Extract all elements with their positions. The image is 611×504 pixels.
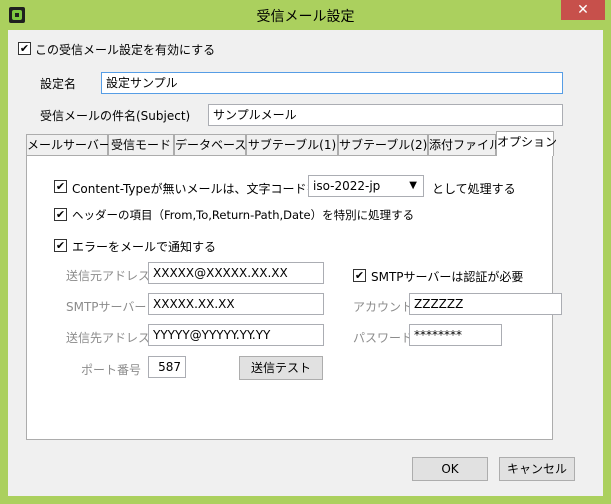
dialog-window: 受信メール設定 ✕ ✔ この受信メール設定を有効にする 設定名 設定サンプル 受… [0, 0, 611, 504]
charset-value: iso-2022-jp [313, 179, 381, 193]
dialog-client: ✔ この受信メール設定を有効にする 設定名 設定サンプル 受信メールの件名(Su… [8, 30, 603, 496]
subject-label: 受信メールの件名(Subject) [40, 109, 191, 123]
header-label: ヘッダーの項目（From,To,Return-Path,Date）を特別に処理す… [72, 208, 415, 222]
ok-button[interactable]: OK [412, 457, 488, 481]
notify-checkbox[interactable]: ✔ [54, 239, 67, 252]
setting-name-label: 設定名 [40, 77, 77, 91]
setting-name-input[interactable]: 設定サンプル [101, 72, 563, 94]
smtp-server-label: SMTPサーバー [66, 300, 147, 314]
tab-attachments[interactable]: 添付ファイル [428, 134, 501, 155]
charset-select[interactable]: iso-2022-jp ▼ [308, 175, 424, 197]
smtp-auth-checkbox[interactable]: ✔ [353, 269, 366, 282]
options-panel: ✔ Content-Typeが無いメールは、文字コードを iso-2022-jp… [26, 155, 562, 440]
password-input[interactable]: ******** [409, 324, 502, 346]
port-input[interactable]: 587 [148, 356, 186, 378]
enable-label: この受信メール設定を有効にする [35, 43, 216, 57]
tab-subtable-1[interactable]: サブテーブル(1) [246, 134, 338, 155]
enable-checkbox[interactable]: ✔ [18, 42, 31, 55]
content-type-checkbox[interactable]: ✔ [54, 180, 67, 193]
notify-label: エラーをメールで通知する [72, 240, 217, 254]
chevron-down-icon: ▼ [409, 180, 417, 191]
to-label: 送信先アドレス [66, 331, 151, 345]
password-label: パスワード [353, 331, 414, 345]
port-label: ポート番号 [81, 363, 142, 377]
tab-mail-server[interactable]: メールサーバー [26, 134, 111, 155]
close-button[interactable]: ✕ [561, 0, 605, 20]
tab-receive-mode[interactable]: 受信モード [108, 134, 174, 155]
content-type-label: Content-Typeが無いメールは、文字コードを [72, 182, 319, 196]
account-label: アカウント [353, 300, 414, 314]
from-label: 送信元アドレス [66, 269, 151, 283]
to-input[interactable]: YYYYY@YYYYY.YY.YY [148, 324, 324, 346]
test-send-button[interactable]: 送信テスト [239, 356, 323, 380]
from-input[interactable]: XXXXX@XXXXX.XX.XX [148, 262, 324, 284]
smtp-auth-label: SMTPサーバーは認証が必要 [371, 270, 524, 284]
tab-subtable-2[interactable]: サブテーブル(2) [338, 134, 428, 155]
content-type-suffix: として処理する [432, 182, 516, 196]
tab-database[interactable]: データベース [174, 134, 246, 155]
title-bar[interactable]: 受信メール設定 ✕ [0, 0, 611, 30]
smtp-server-input[interactable]: XXXXX.XX.XX [148, 293, 324, 315]
window-title: 受信メール設定 [256, 9, 355, 25]
header-checkbox[interactable]: ✔ [54, 208, 67, 221]
cancel-button[interactable]: キャンセル [499, 457, 575, 481]
account-input[interactable]: ZZZZZZ [409, 293, 562, 315]
tab-options[interactable]: オプション [496, 131, 557, 156]
subject-input[interactable]: サンプルメール [208, 104, 563, 126]
